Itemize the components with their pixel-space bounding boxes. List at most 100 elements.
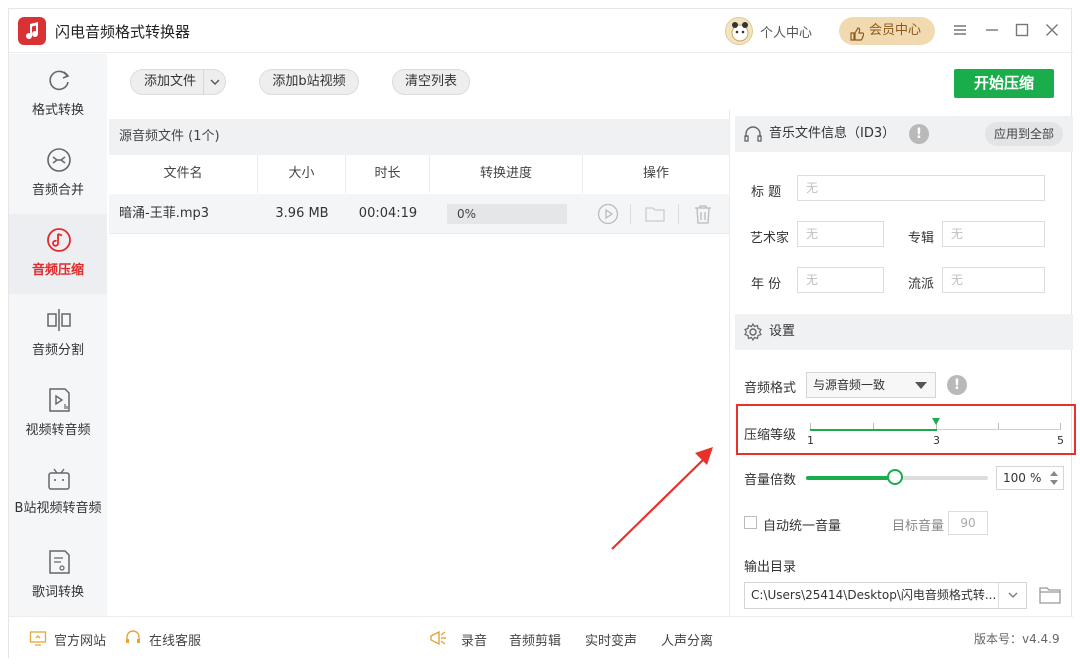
compress-tick bbox=[1060, 423, 1061, 429]
file-list-empty-area bbox=[109, 235, 729, 616]
official-website-link[interactable]: 官方网站 bbox=[54, 630, 106, 649]
folder-icon[interactable] bbox=[644, 203, 666, 225]
volume-slider-knob[interactable] bbox=[887, 469, 904, 485]
headset-icon bbox=[124, 629, 142, 647]
megaphone-icon bbox=[429, 629, 451, 647]
vip-center-label: 会员中心 bbox=[869, 23, 922, 38]
apply-to-all-button[interactable]: 应用到全部 bbox=[985, 122, 1063, 146]
sidebar-item-label: 格式转换 bbox=[31, 103, 84, 118]
music-note-icon bbox=[45, 226, 73, 254]
settings-title: 设置 bbox=[769, 324, 796, 339]
lyrics-file-icon bbox=[45, 548, 73, 576]
sidebar-item-audio-merge[interactable]: 音频合并 bbox=[9, 134, 107, 214]
title-bar: 闪电音频格式转换器 个人中心 会员中心 bbox=[9, 9, 1073, 53]
app-logo-icon bbox=[18, 17, 46, 45]
chevron-down-icon[interactable] bbox=[998, 583, 1026, 608]
chevron-down-icon bbox=[915, 382, 927, 389]
sidebar-item-video-to-audio[interactable]: 视频转音频 bbox=[9, 374, 107, 454]
start-compress-button[interactable]: 开始压缩 bbox=[954, 69, 1054, 98]
output-dir-select[interactable]: C:\Users\25414\Desktop\闪电音频格式转... bbox=[744, 582, 1027, 609]
maximize-icon[interactable] bbox=[1013, 21, 1031, 39]
info-icon[interactable]: ! bbox=[947, 375, 967, 395]
column-header-progress: 转换进度 bbox=[430, 155, 583, 193]
add-bilibili-video-button[interactable]: 添加b站视频 bbox=[259, 69, 359, 95]
volume-label: 音量倍数 bbox=[744, 473, 797, 488]
album-label: 专辑 bbox=[908, 231, 935, 246]
sidebar-item-audio-split[interactable]: 音频分割 bbox=[9, 294, 107, 374]
version-label: 版本号：v4.4.9 bbox=[974, 632, 1060, 646]
sidebar-item-label: 视频转音频 bbox=[25, 423, 91, 438]
avatar[interactable] bbox=[725, 17, 753, 45]
compress-tick bbox=[998, 423, 999, 429]
artist-label: 艺术家 bbox=[750, 231, 790, 246]
target-volume-field[interactable]: 90 bbox=[948, 511, 988, 535]
stepper-arrows-icon[interactable] bbox=[1049, 470, 1059, 486]
volume-value: 100 bbox=[1003, 471, 1026, 485]
sidebar-item-label: 音频合并 bbox=[31, 183, 84, 198]
progress-bar: 0% bbox=[447, 204, 567, 224]
headphones-icon bbox=[743, 124, 763, 144]
sidebar: 格式转换 音频合并 音频压缩 音频分割 视频转音频 B站视频转音频 歌词转换 bbox=[9, 54, 107, 616]
minimize-icon[interactable] bbox=[983, 21, 1001, 39]
video-audio-icon bbox=[45, 386, 73, 414]
audio-format-select[interactable]: 与源音频一致 bbox=[806, 372, 936, 398]
column-header-size: 大小 bbox=[258, 155, 346, 193]
close-icon[interactable] bbox=[1043, 21, 1061, 39]
volume-input[interactable]: 100 % bbox=[996, 466, 1064, 490]
audio-format-value: 与源音频一致 bbox=[813, 378, 886, 392]
add-file-button[interactable]: 添加文件 bbox=[130, 69, 226, 95]
sidebar-item-lyrics[interactable]: 歌词转换 bbox=[9, 536, 107, 616]
year-field[interactable]: 无 bbox=[797, 267, 884, 293]
compress-max-label: 5 bbox=[1057, 434, 1064, 447]
refresh-icon bbox=[45, 66, 73, 94]
file-duration: 00:04:19 bbox=[358, 206, 418, 221]
app-title: 闪电音频格式转换器 bbox=[55, 23, 191, 41]
year-label: 年 份 bbox=[751, 277, 782, 292]
sidebar-item-label: 歌词转换 bbox=[31, 585, 84, 600]
title-label: 标 题 bbox=[751, 185, 782, 200]
column-header-duration: 时长 bbox=[346, 155, 430, 193]
voice-change-link[interactable]: 实时变声 bbox=[585, 630, 637, 649]
table-row[interactable]: 暗涌-王菲.mp3 3.96 MB 00:04:19 0% bbox=[109, 194, 729, 234]
chevron-down-icon[interactable] bbox=[203, 70, 225, 94]
bilibili-tv-icon bbox=[45, 466, 73, 494]
column-header-filename: 文件名 bbox=[109, 155, 258, 193]
panel-divider bbox=[729, 109, 730, 616]
compress-tick bbox=[873, 423, 874, 429]
menu-icon[interactable] bbox=[951, 21, 969, 39]
file-size: 3.96 MB bbox=[275, 206, 329, 221]
open-folder-icon[interactable] bbox=[1038, 584, 1062, 606]
clear-list-button[interactable]: 清空列表 bbox=[392, 69, 470, 95]
title-field[interactable]: 无 bbox=[797, 175, 1045, 201]
compress-slider-track[interactable] bbox=[937, 429, 1061, 430]
genre-field[interactable]: 无 bbox=[942, 267, 1045, 293]
thumb-up-icon bbox=[850, 24, 865, 52]
genre-label: 流派 bbox=[908, 277, 935, 292]
artist-field[interactable]: 无 bbox=[797, 221, 884, 247]
divider bbox=[678, 204, 679, 224]
compress-min-label: 1 bbox=[807, 434, 814, 447]
id3-section-header: 音乐文件信息（ID3） ! 应用到全部 bbox=[735, 116, 1073, 152]
column-header-actions: 操作 bbox=[642, 166, 669, 181]
vip-center-button[interactable]: 会员中心 bbox=[839, 17, 935, 45]
vocal-split-link[interactable]: 人声分离 bbox=[661, 630, 713, 649]
auto-volume-checkbox[interactable] bbox=[744, 516, 757, 529]
split-icon bbox=[45, 306, 73, 334]
file-list-header: 源音频文件 (1个) bbox=[109, 119, 729, 155]
audio-edit-link[interactable]: 音频剪辑 bbox=[509, 630, 561, 649]
sidebar-item-format-convert[interactable]: 格式转换 bbox=[9, 54, 107, 134]
play-icon[interactable] bbox=[597, 203, 619, 225]
compress-level-handle[interactable] bbox=[932, 418, 940, 425]
user-center-link[interactable]: 个人中心 bbox=[760, 22, 812, 41]
record-link[interactable]: 录音 bbox=[461, 630, 487, 649]
info-icon[interactable]: ! bbox=[909, 124, 929, 144]
target-volume-label: 目标音量 bbox=[892, 519, 945, 534]
trash-icon[interactable] bbox=[692, 203, 714, 225]
file-name: 暗涌-王菲.mp3 bbox=[119, 206, 210, 221]
sidebar-item-audio-compress[interactable]: 音频压缩 bbox=[9, 214, 107, 294]
album-field[interactable]: 无 bbox=[942, 221, 1045, 247]
sidebar-item-bilibili[interactable]: B站视频转音频 bbox=[9, 454, 107, 536]
online-support-link[interactable]: 在线客服 bbox=[149, 630, 201, 649]
output-dir-value: C:\Users\25414\Desktop\闪电音频格式转... bbox=[751, 588, 997, 602]
footer: 官方网站 在线客服 录音 音频剪辑 实时变声 人声分离 版本号：v4.4.9 bbox=[9, 616, 1073, 659]
